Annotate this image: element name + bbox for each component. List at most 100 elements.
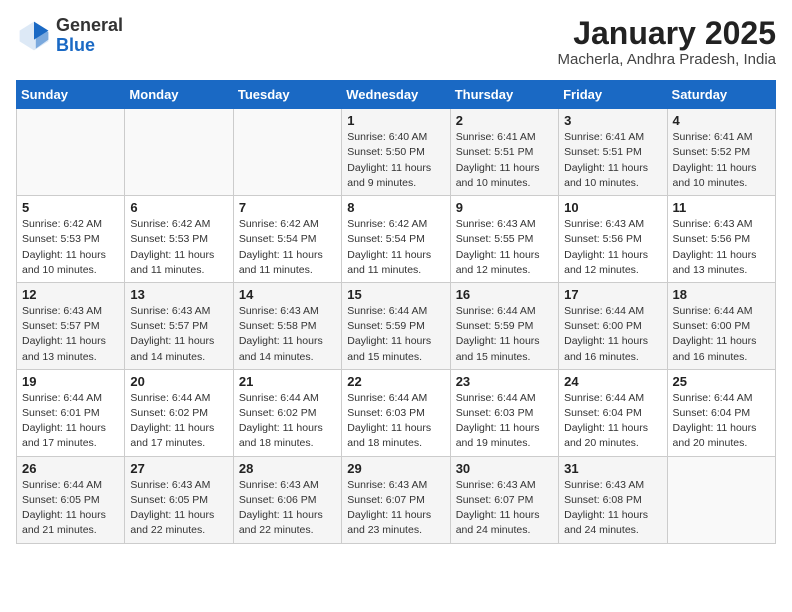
day-detail: Sunrise: 6:44 AMSunset: 5:59 PMDaylight:… [347, 304, 444, 365]
day-number: 13 [130, 287, 227, 302]
day-number: 14 [239, 287, 336, 302]
calendar-cell: 6Sunrise: 6:42 AMSunset: 5:53 PMDaylight… [125, 196, 233, 283]
day-number: 12 [22, 287, 119, 302]
day-number: 17 [564, 287, 661, 302]
day-number: 27 [130, 461, 227, 476]
calendar-cell: 9Sunrise: 6:43 AMSunset: 5:55 PMDaylight… [450, 196, 558, 283]
calendar-cell: 18Sunrise: 6:44 AMSunset: 6:00 PMDayligh… [667, 282, 775, 369]
calendar-cell: 14 Sunrise: 6:43 AMSunset: 5:58 PMDayligh… [233, 282, 341, 369]
calendar-cell: 7Sunrise: 6:42 AMSunset: 5:54 PMDaylight… [233, 196, 341, 283]
calendar-cell: 27 Sunrise: 6:43 AMSunset: 6:05 PMDayligh… [125, 456, 233, 543]
day-detail: Sunrise: 6:43 AMSunset: 5:57 PMDaylight:… [22, 304, 119, 365]
calendar-cell: 10 Sunrise: 6:43 AMSunset: 5:56 PMDayligh… [559, 196, 667, 283]
day-number: 15 [347, 287, 444, 302]
day-detail: Sunrise: 6:44 AMSunset: 6:03 PMDaylight:… [456, 391, 553, 452]
day-number: 29 [347, 461, 444, 476]
calendar-cell: 23 Sunrise: 6:44 AMSunset: 6:03 PMDayligh… [450, 369, 558, 456]
day-detail: Sunrise: 6:41 AMSunset: 5:51 PMDaylight:… [564, 130, 661, 191]
day-number: 2 [456, 113, 553, 128]
calendar-cell: 1 Sunrise: 6:40 AMSunset: 5:50 PMDaylight… [342, 109, 450, 196]
logo-icon [16, 18, 52, 54]
calendar-cell: 21 Sunrise: 6:44 AMSunset: 6:02 PMDayligh… [233, 369, 341, 456]
logo-general-text: General [56, 15, 123, 35]
calendar-header: SundayMondayTuesdayWednesdayThursdayFrid… [17, 81, 776, 109]
day-detail: Sunrise: 6:44 AMSunset: 6:00 PMDaylight:… [564, 304, 661, 365]
day-number: 28 [239, 461, 336, 476]
day-detail: Sunrise: 6:43 AMSunset: 5:57 PMDaylight:… [130, 304, 227, 365]
calendar-cell: 28 Sunrise: 6:43 AMSunset: 6:06 PMDayligh… [233, 456, 341, 543]
day-detail: Sunrise: 6:43 AMSunset: 5:58 PMDaylight:… [239, 304, 336, 365]
day-detail: Sunrise: 6:42 AMSunset: 5:54 PMDaylight:… [347, 217, 444, 278]
calendar-cell [233, 109, 341, 196]
calendar-cell: 25Sunrise: 6:44 AMSunset: 6:04 PMDayligh… [667, 369, 775, 456]
day-detail: Sunrise: 6:43 AMSunset: 6:07 PMDaylight:… [347, 478, 444, 539]
day-number: 30 [456, 461, 553, 476]
page-title: January 2025 [558, 16, 776, 51]
calendar-table: SundayMondayTuesdayWednesdayThursdayFrid… [16, 80, 776, 543]
day-detail: Sunrise: 6:44 AMSunset: 6:02 PMDaylight:… [239, 391, 336, 452]
calendar-cell: 29 Sunrise: 6:43 AMSunset: 6:07 PMDayligh… [342, 456, 450, 543]
day-number: 4 [673, 113, 770, 128]
calendar-week-4: 19Sunrise: 6:44 AMSunset: 6:01 PMDayligh… [17, 369, 776, 456]
day-number: 1 [347, 113, 444, 128]
weekday-header-monday: Monday [125, 81, 233, 109]
day-number: 23 [456, 374, 553, 389]
day-detail: Sunrise: 6:43 AMSunset: 6:08 PMDaylight:… [564, 478, 661, 539]
title-block: January 2025 Macherla, Andhra Pradesh, I… [558, 16, 776, 68]
day-number: 6 [130, 200, 227, 215]
page-subtitle: Macherla, Andhra Pradesh, India [558, 51, 776, 68]
calendar-cell: 15 Sunrise: 6:44 AMSunset: 5:59 PMDayligh… [342, 282, 450, 369]
calendar-week-1: 1 Sunrise: 6:40 AMSunset: 5:50 PMDaylight… [17, 109, 776, 196]
day-detail: Sunrise: 6:44 AMSunset: 6:04 PMDaylight:… [564, 391, 661, 452]
day-number: 10 [564, 200, 661, 215]
calendar-cell: 11 Sunrise: 6:43 AMSunset: 5:56 PMDayligh… [667, 196, 775, 283]
day-detail: Sunrise: 6:43 AMSunset: 6:05 PMDaylight:… [130, 478, 227, 539]
weekday-row: SundayMondayTuesdayWednesdayThursdayFrid… [17, 81, 776, 109]
calendar-cell: 8Sunrise: 6:42 AMSunset: 5:54 PMDaylight… [342, 196, 450, 283]
calendar-cell: 20Sunrise: 6:44 AMSunset: 6:02 PMDayligh… [125, 369, 233, 456]
day-number: 5 [22, 200, 119, 215]
calendar-cell: 24 Sunrise: 6:44 AMSunset: 6:04 PMDayligh… [559, 369, 667, 456]
calendar-cell: 19Sunrise: 6:44 AMSunset: 6:01 PMDayligh… [17, 369, 125, 456]
day-number: 3 [564, 113, 661, 128]
calendar-cell: 12 Sunrise: 6:43 AMSunset: 5:57 PMDayligh… [17, 282, 125, 369]
calendar-cell: 2 Sunrise: 6:41 AMSunset: 5:51 PMDaylight… [450, 109, 558, 196]
day-detail: Sunrise: 6:44 AMSunset: 5:59 PMDaylight:… [456, 304, 553, 365]
day-detail: Sunrise: 6:41 AMSunset: 5:52 PMDaylight:… [673, 130, 770, 191]
day-number: 18 [673, 287, 770, 302]
calendar-cell [17, 109, 125, 196]
calendar-cell [125, 109, 233, 196]
day-detail: Sunrise: 6:44 AMSunset: 6:04 PMDaylight:… [673, 391, 770, 452]
calendar-cell: 3 Sunrise: 6:41 AMSunset: 5:51 PMDaylight… [559, 109, 667, 196]
calendar-cell [667, 456, 775, 543]
page-header: General Blue January 2025 Macherla, Andh… [16, 16, 776, 68]
day-detail: Sunrise: 6:43 AMSunset: 5:56 PMDaylight:… [673, 217, 770, 278]
day-detail: Sunrise: 6:44 AMSunset: 6:03 PMDaylight:… [347, 391, 444, 452]
day-detail: Sunrise: 6:42 AMSunset: 5:53 PMDaylight:… [22, 217, 119, 278]
calendar-week-5: 26 Sunrise: 6:44 AMSunset: 6:05 PMDayligh… [17, 456, 776, 543]
day-detail: Sunrise: 6:43 AMSunset: 6:06 PMDaylight:… [239, 478, 336, 539]
day-detail: Sunrise: 6:43 AMSunset: 6:07 PMDaylight:… [456, 478, 553, 539]
calendar-cell: 22 Sunrise: 6:44 AMSunset: 6:03 PMDayligh… [342, 369, 450, 456]
calendar-week-2: 5 Sunrise: 6:42 AMSunset: 5:53 PMDaylight… [17, 196, 776, 283]
day-number: 26 [22, 461, 119, 476]
calendar-cell: 31 Sunrise: 6:43 AMSunset: 6:08 PMDayligh… [559, 456, 667, 543]
calendar-cell: 16Sunrise: 6:44 AMSunset: 5:59 PMDayligh… [450, 282, 558, 369]
logo: General Blue [16, 16, 123, 56]
day-detail: Sunrise: 6:41 AMSunset: 5:51 PMDaylight:… [456, 130, 553, 191]
day-detail: Sunrise: 6:40 AMSunset: 5:50 PMDaylight:… [347, 130, 444, 191]
day-number: 11 [673, 200, 770, 215]
weekday-header-sunday: Sunday [17, 81, 125, 109]
day-number: 21 [239, 374, 336, 389]
day-number: 24 [564, 374, 661, 389]
day-detail: Sunrise: 6:43 AMSunset: 5:56 PMDaylight:… [564, 217, 661, 278]
day-detail: Sunrise: 6:44 AMSunset: 6:05 PMDaylight:… [22, 478, 119, 539]
day-number: 22 [347, 374, 444, 389]
weekday-header-friday: Friday [559, 81, 667, 109]
calendar-cell: 5 Sunrise: 6:42 AMSunset: 5:53 PMDaylight… [17, 196, 125, 283]
day-detail: Sunrise: 6:42 AMSunset: 5:54 PMDaylight:… [239, 217, 336, 278]
day-detail: Sunrise: 6:44 AMSunset: 6:01 PMDaylight:… [22, 391, 119, 452]
day-number: 20 [130, 374, 227, 389]
day-number: 31 [564, 461, 661, 476]
weekday-header-thursday: Thursday [450, 81, 558, 109]
